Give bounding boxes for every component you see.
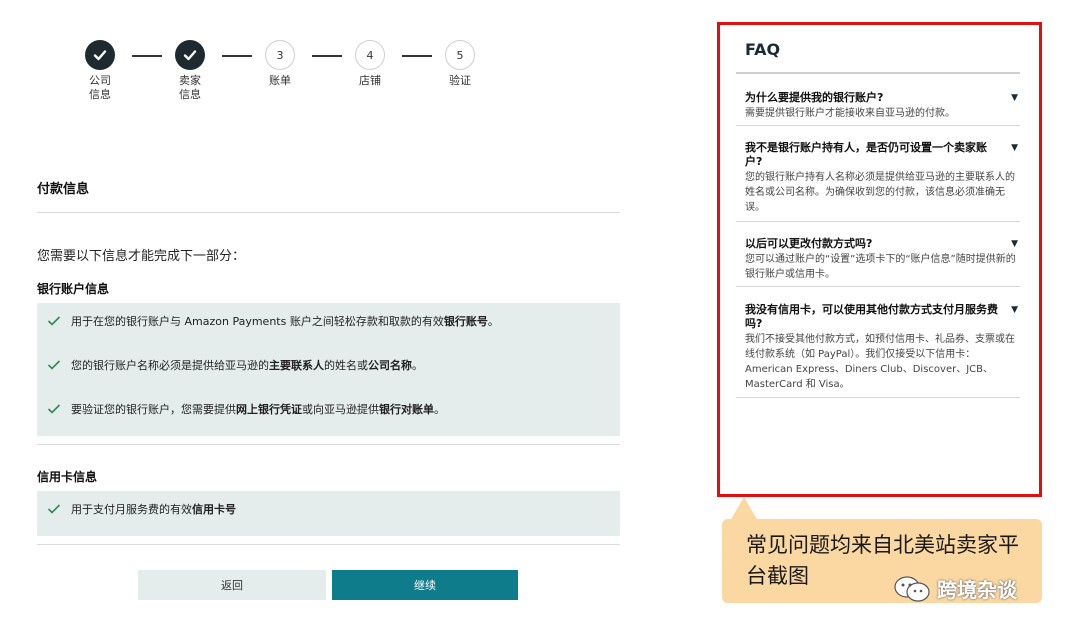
check-icon bbox=[37, 315, 71, 327]
faq-item[interactable]: 为什么要提供我的银行账户? ▼ 需要提供银行账户才能接收来自亚马逊的付款。 bbox=[745, 91, 1020, 121]
step-number: 3 bbox=[265, 40, 295, 70]
step-connector bbox=[402, 55, 432, 57]
card-info-title: 信用卡信息 bbox=[37, 470, 98, 484]
faq-item[interactable]: 我没有信用卡，可以使用其他付款方式支付月服务费吗? ▼ 我们不接受其他付款方式，… bbox=[745, 303, 1020, 392]
divider bbox=[37, 212, 620, 213]
step-connector bbox=[132, 55, 162, 57]
faq-question[interactable]: 以后可以更改付款方式吗? bbox=[745, 237, 1020, 251]
bank-info-list: 用于在您的银行账户与 Amazon Payments 账户之间轻松存款和取款的有… bbox=[37, 303, 620, 436]
faq-question[interactable]: 我不是银行账户持有人，是否仍可设置一个卖家账户? bbox=[745, 141, 1020, 169]
check-icon bbox=[37, 503, 71, 515]
step-label: 卖家 bbox=[179, 74, 201, 87]
list-item: 要验证您的银行账户，您需要提供网上银行凭证或向亚马逊提供银行对账单。 bbox=[37, 399, 445, 419]
caret-down-icon[interactable]: ▼ bbox=[1011, 305, 1018, 315]
item-emphasis: 公司名称 bbox=[368, 359, 412, 372]
faq-question[interactable]: 我没有信用卡，可以使用其他付款方式支付月服务费吗? bbox=[745, 303, 1020, 331]
faq-answer: 您的银行账户持有人名称必须是提供给亚马逊的主要联系人的姓名或公司名称。为确保收到… bbox=[745, 172, 1015, 213]
check-icon bbox=[85, 40, 115, 70]
page-section-title: 付款信息 bbox=[37, 182, 90, 197]
item-text: 要验证您的银行账户，您需要提供 bbox=[71, 403, 236, 416]
callout-pointer bbox=[730, 497, 758, 521]
faq-item[interactable]: 我不是银行账户持有人，是否仍可设置一个卖家账户? ▼ 您的银行账户持有人名称必须… bbox=[745, 141, 1020, 215]
continue-button[interactable]: 继续 bbox=[332, 570, 518, 600]
item-text: 。 bbox=[487, 315, 499, 328]
step-connector bbox=[222, 55, 252, 57]
item-text: 。 bbox=[412, 359, 423, 372]
step-company-info: 公司 信息 bbox=[70, 40, 130, 102]
item-emphasis: 网上银行凭证 bbox=[236, 403, 302, 416]
item-text: 用于支付月服务费的有效 bbox=[71, 503, 192, 516]
item-text: 的姓名或 bbox=[324, 359, 368, 372]
item-text: 。 bbox=[434, 403, 445, 416]
divider bbox=[736, 221, 1020, 222]
item-text: 或向亚马逊提供 bbox=[302, 403, 379, 416]
faq-question[interactable]: 为什么要提供我的银行账户? bbox=[745, 91, 1020, 105]
faq-item[interactable]: 以后可以更改付款方式吗? ▼ 您可以通过账户的“设置”选项卡下的“账户信息”随时… bbox=[745, 237, 1020, 282]
caret-down-icon[interactable]: ▼ bbox=[1011, 143, 1018, 153]
divider bbox=[37, 544, 620, 545]
step-label: 账单 bbox=[269, 74, 291, 87]
step-label: 公司 bbox=[89, 74, 111, 87]
step-label: 验证 bbox=[449, 74, 471, 87]
step-number: 4 bbox=[355, 40, 385, 70]
step-label: 信息 bbox=[179, 88, 201, 101]
divider bbox=[736, 125, 1020, 126]
wechat-icon bbox=[893, 575, 931, 603]
divider bbox=[736, 397, 1020, 398]
item-emphasis: 主要联系人 bbox=[269, 359, 324, 372]
item-emphasis: 银行账号 bbox=[443, 315, 488, 328]
divider bbox=[736, 286, 1020, 287]
item-text: 用于在您的银行账户与 Amazon Payments 账户之间轻松存款和取款的有… bbox=[71, 315, 444, 328]
step-billing: 3 账单 bbox=[250, 40, 310, 88]
list-item: 您的银行账户名称必须是提供给亚马逊的主要联系人的姓名或公司名称。 bbox=[37, 355, 423, 375]
faq-title: FAQ bbox=[745, 40, 781, 59]
item-text: 您的银行账户名称必须是提供给亚马逊的 bbox=[71, 359, 269, 372]
faq-answer: 需要提供银行账户才能接收来自亚马逊的付款。 bbox=[745, 108, 955, 119]
check-icon bbox=[37, 359, 71, 371]
step-seller-info: 卖家 信息 bbox=[160, 40, 220, 102]
intro-text: 您需要以下信息才能完成下一部分： bbox=[37, 249, 246, 264]
faq-answer: 您可以通过账户的“设置”选项卡下的“账户信息”随时提供新的银行账户或信用卡。 bbox=[745, 254, 1016, 280]
bank-info-title: 银行账户信息 bbox=[37, 282, 110, 296]
check-icon bbox=[175, 40, 205, 70]
item-emphasis: 银行对账单 bbox=[379, 403, 434, 416]
progress-stepper: 公司 信息 卖家 信息 3 账单 4 店铺 5 验证 bbox=[70, 40, 490, 110]
check-icon bbox=[37, 403, 71, 415]
step-verify: 5 验证 bbox=[430, 40, 490, 88]
caret-down-icon[interactable]: ▼ bbox=[1011, 239, 1018, 249]
step-label: 信息 bbox=[89, 88, 111, 101]
card-info-list: 用于支付月服务费的有效信用卡号 bbox=[37, 491, 620, 536]
divider bbox=[736, 72, 1020, 74]
watermark-text: 跨境杂谈 bbox=[937, 578, 1017, 602]
item-emphasis: 信用卡号 bbox=[192, 503, 236, 516]
list-item: 用于在您的银行账户与 Amazon Payments 账户之间轻松存款和取款的有… bbox=[37, 311, 499, 331]
list-item: 用于支付月服务费的有效信用卡号 bbox=[37, 499, 236, 519]
back-button[interactable]: 返回 bbox=[138, 570, 326, 600]
divider bbox=[37, 444, 620, 445]
step-store: 4 店铺 bbox=[340, 40, 400, 88]
faq-answer: 我们不接受其他付款方式，如预付信用卡、礼品券、支票或在线付款系统（如 PayPa… bbox=[745, 334, 1015, 390]
step-label: 店铺 bbox=[359, 74, 381, 87]
watermark: 跨境杂谈 bbox=[893, 574, 1017, 603]
caret-down-icon[interactable]: ▼ bbox=[1011, 93, 1018, 103]
step-number: 5 bbox=[445, 40, 475, 70]
step-connector bbox=[312, 55, 342, 57]
